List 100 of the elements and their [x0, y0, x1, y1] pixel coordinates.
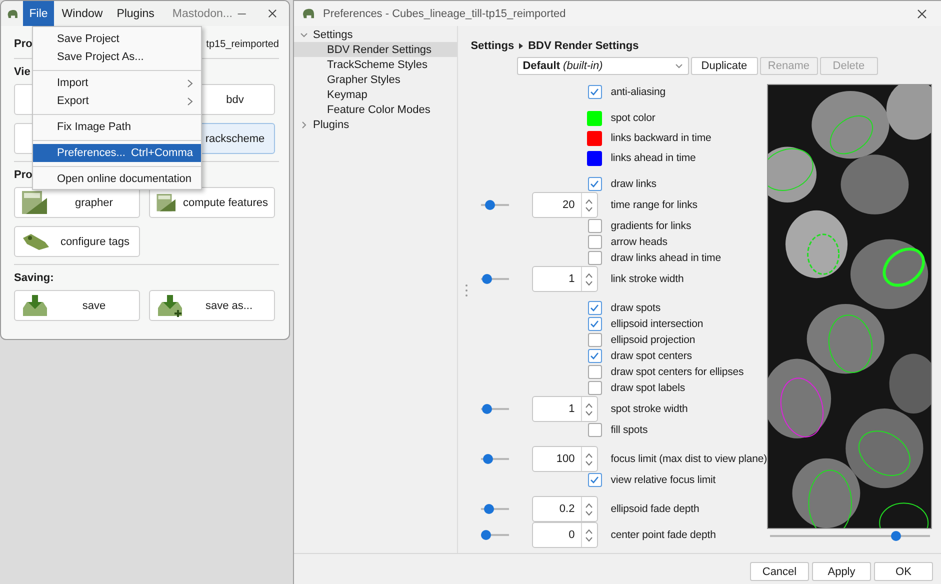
checkbox[interactable] [588, 85, 602, 99]
menu-item[interactable]: Save Project [33, 30, 201, 48]
style-button[interactable]: Duplicate [690, 57, 758, 75]
section-label: Pro [14, 168, 32, 182]
elephant-icon [7, 8, 18, 20]
slider-thumb[interactable] [482, 404, 492, 414]
checkbox[interactable] [588, 317, 602, 331]
menu-item[interactable]: Save Project As... [33, 48, 201, 66]
checkbox[interactable] [588, 423, 602, 437]
dialog-button[interactable]: OK [874, 562, 933, 581]
checkbox[interactable] [588, 235, 602, 249]
time-slider-thumb[interactable] [891, 531, 901, 541]
number-spinner[interactable]: 100 [532, 446, 598, 472]
tag-icon [21, 232, 51, 252]
setting-label: draw spot labels [610, 382, 686, 394]
tree-item[interactable]: TrackScheme Styles [294, 57, 457, 72]
checkbox[interactable] [588, 333, 602, 347]
slider-thumb[interactable] [480, 530, 491, 540]
tree-item[interactable]: Feature Color Modes [294, 102, 457, 117]
setting-label: ellipsoid intersection [610, 318, 704, 330]
setting-label: view relative focus limit [610, 474, 717, 486]
breadcrumb-item: Settings [470, 40, 514, 52]
number-spinner[interactable]: 1 [532, 396, 598, 422]
action-button[interactable]: configure tags [14, 226, 140, 257]
color-swatch[interactable] [586, 150, 602, 166]
slider-thumb[interactable] [482, 274, 492, 284]
download-tray-plus-icon [156, 294, 184, 318]
setting-label: links backward in time [610, 132, 712, 144]
close-icon[interactable] [917, 8, 927, 18]
download-tray-icon [21, 294, 49, 318]
setting-label: ellipsoid fade depth [610, 503, 700, 515]
slider-thumb[interactable] [484, 504, 494, 514]
setting-label: focus limit (max dist to view plane) [610, 453, 767, 465]
setting-label: draw links ahead in time [610, 252, 722, 264]
calculator-chart-icon [21, 190, 49, 216]
number-spinner[interactable]: 0.2 [532, 496, 598, 522]
checkbox[interactable] [588, 177, 602, 191]
section-label: Saving: [14, 271, 54, 285]
setting-label: draw spots [610, 302, 662, 314]
setting-label: spot stroke width [610, 403, 689, 415]
breadcrumb-arrow-icon [519, 43, 524, 49]
setting-label: time range for links [610, 199, 698, 211]
setting-label: ellipsoid projection [610, 334, 696, 346]
project-name: tp15_reimported [206, 38, 279, 50]
dialog-button[interactable]: Apply [812, 562, 871, 581]
action-button[interactable]: save as... [149, 290, 275, 321]
action-button[interactable]: compute features [149, 187, 275, 218]
close-icon[interactable] [268, 8, 277, 19]
checkmark-icon [590, 88, 600, 96]
checkbox[interactable] [588, 381, 602, 395]
dropdown-caret-icon[interactable] [674, 62, 683, 70]
dialog-button[interactable]: Cancel [750, 562, 809, 581]
color-swatch[interactable] [586, 130, 602, 146]
tree-item[interactable]: Grapher Styles [294, 72, 457, 87]
number-spinner[interactable]: 20 [532, 192, 598, 218]
splitter-handle-icon[interactable] [465, 284, 468, 297]
slider-thumb[interactable] [485, 200, 496, 210]
breadcrumb-item: BDV Render Settings [528, 40, 639, 52]
setting-label: link stroke width [610, 273, 685, 285]
menu-title[interactable]: File [23, 1, 54, 26]
setting-label: anti-aliasing [610, 86, 666, 98]
number-spinner[interactable]: 0 [532, 522, 598, 548]
setting-label: arrow heads [610, 236, 668, 248]
menu-title[interactable]: Plugins [110, 1, 160, 26]
menu-title[interactable]: Window [56, 1, 109, 26]
tree-item[interactable]: BDV Render Settings [294, 42, 457, 57]
elephant-icon [302, 8, 315, 19]
collapse-icon[interactable] [300, 30, 308, 38]
style-dropdown[interactable]: Default (built-in) [516, 57, 689, 75]
checkmark-icon [590, 352, 600, 360]
setting-label: spot color [610, 112, 656, 124]
checkmark-icon [590, 476, 600, 484]
color-swatch[interactable] [586, 110, 602, 126]
setting-label: center point fade depth [610, 529, 717, 541]
expand-icon[interactable] [300, 120, 308, 128]
tree-item[interactable]: Settings [294, 27, 457, 42]
tree-item[interactable]: Keymap [294, 87, 457, 102]
checkbox[interactable] [588, 365, 602, 379]
action-button[interactable]: grapher [14, 187, 140, 218]
window-title: Preferences - Cubes_lineage_till-tp15_reimported [323, 8, 567, 20]
checkbox[interactable] [588, 349, 602, 363]
project-label: Pro [14, 38, 32, 50]
setting-label: fill spots [610, 424, 649, 436]
slider-thumb[interactable] [482, 454, 492, 464]
setting-label: draw links [610, 178, 658, 190]
checkbox[interactable] [588, 219, 602, 233]
checkbox[interactable] [588, 473, 602, 487]
checkmark-icon [590, 180, 600, 188]
setting-label: gradients for links [610, 220, 692, 232]
menu-item[interactable]: Preferences... Ctrl+Comma [33, 144, 201, 162]
tree-item[interactable]: Plugins [294, 117, 457, 132]
window-title: Mastodon... [172, 8, 232, 20]
checkbox[interactable] [588, 301, 602, 315]
setting-label: draw spot centers for ellipses [610, 366, 745, 378]
setting-label: links ahead in time [610, 152, 697, 164]
number-spinner[interactable]: 1 [532, 266, 598, 292]
action-button[interactable]: save [14, 290, 140, 321]
menu-item[interactable]: Open online documentation [33, 170, 201, 188]
checkbox[interactable] [588, 251, 602, 265]
section-label: Vie [14, 65, 30, 79]
